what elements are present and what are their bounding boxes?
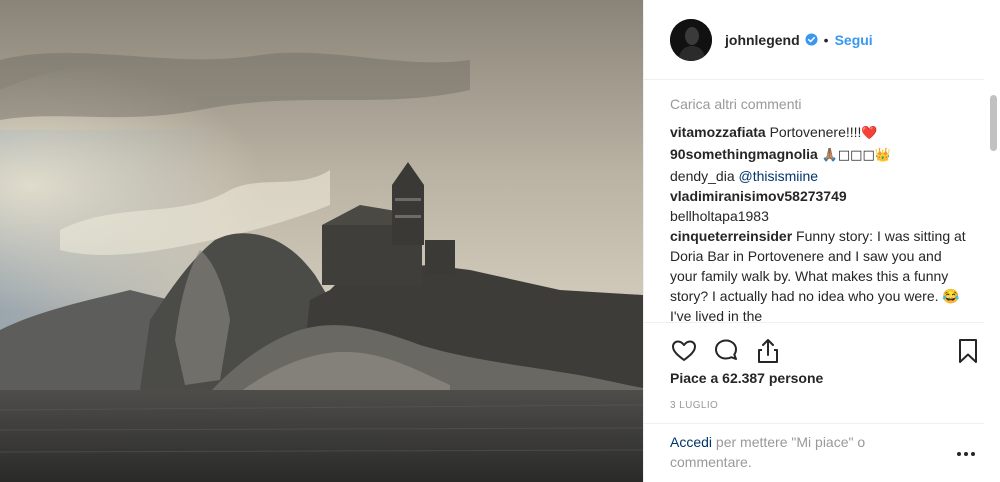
comment-username[interactable]: 90somethingmagnolia [670,146,818,162]
avatar[interactable] [670,18,712,61]
comments-list[interactable]: Carica altri commenti vitamozzafiata Por… [670,90,970,322]
post-photo[interactable] [0,0,643,482]
heart-icon[interactable] [670,337,698,365]
follow-button[interactable]: Segui [835,32,873,48]
comment-item: bellholtapa1983 [670,206,970,226]
comment-text: Portovenere!!!! [769,124,862,140]
verified-badge-icon [805,33,818,46]
castle-landscape-image [0,0,643,482]
bookmark-icon[interactable] [954,337,982,365]
comment-icon[interactable] [712,337,740,365]
comment-item: 90somethingmagnolia 🙏🏽□□□👑 [670,144,970,166]
post-author-username[interactable]: johnlegend [725,32,800,48]
post-actions-bar [670,337,982,365]
post-side-panel: johnlegend • Segui Carica altri commenti… [643,0,1000,482]
scrollbar-thumb[interactable] [990,95,997,151]
comment-mention-link[interactable]: @thisismiine [739,168,819,184]
comment-username[interactable]: vitamozzafiata [670,124,766,140]
likes-count[interactable]: Piace a 62.387 persone [670,370,823,386]
comment-item: vladimiranisimov58273749 [670,186,970,206]
share-icon[interactable] [754,337,782,365]
login-prompt-text: Accedi per mettere "Mi piace" o commenta… [670,432,920,472]
post-date[interactable]: 3 LUGLIO [670,400,718,411]
login-link[interactable]: Accedi [670,434,712,450]
comment-item: vitamozzafiata Portovenere!!!!❤️ [670,122,970,144]
load-more-comments-button[interactable]: Carica altri commenti [670,94,970,114]
comment-username[interactable]: cinqueterreinsider [670,228,792,244]
comment-username[interactable]: dendy_dia [670,168,735,184]
post-header: johnlegend • Segui [644,0,984,80]
comment-item: cinqueterreinsider Funny story: I was si… [670,226,970,322]
comment-item: dendy_dia @thisismiine [670,166,970,186]
actions-divider [644,322,984,323]
login-prompt: Accedi per mettere "Mi piace" o commenta… [644,423,984,482]
profile-photo-icon [670,18,712,61]
comment-emoji: ❤️ [861,126,878,141]
comment-username[interactable]: vladimiranisimov58273749 [670,188,847,204]
comment-emoji: 🙏🏽□□□👑 [821,148,891,163]
separator-dot: • [823,31,829,48]
more-options-icon[interactable] [954,442,978,462]
comments-scrollbar[interactable] [989,85,997,323]
comment-text: bellholtapa1983 [670,208,769,224]
